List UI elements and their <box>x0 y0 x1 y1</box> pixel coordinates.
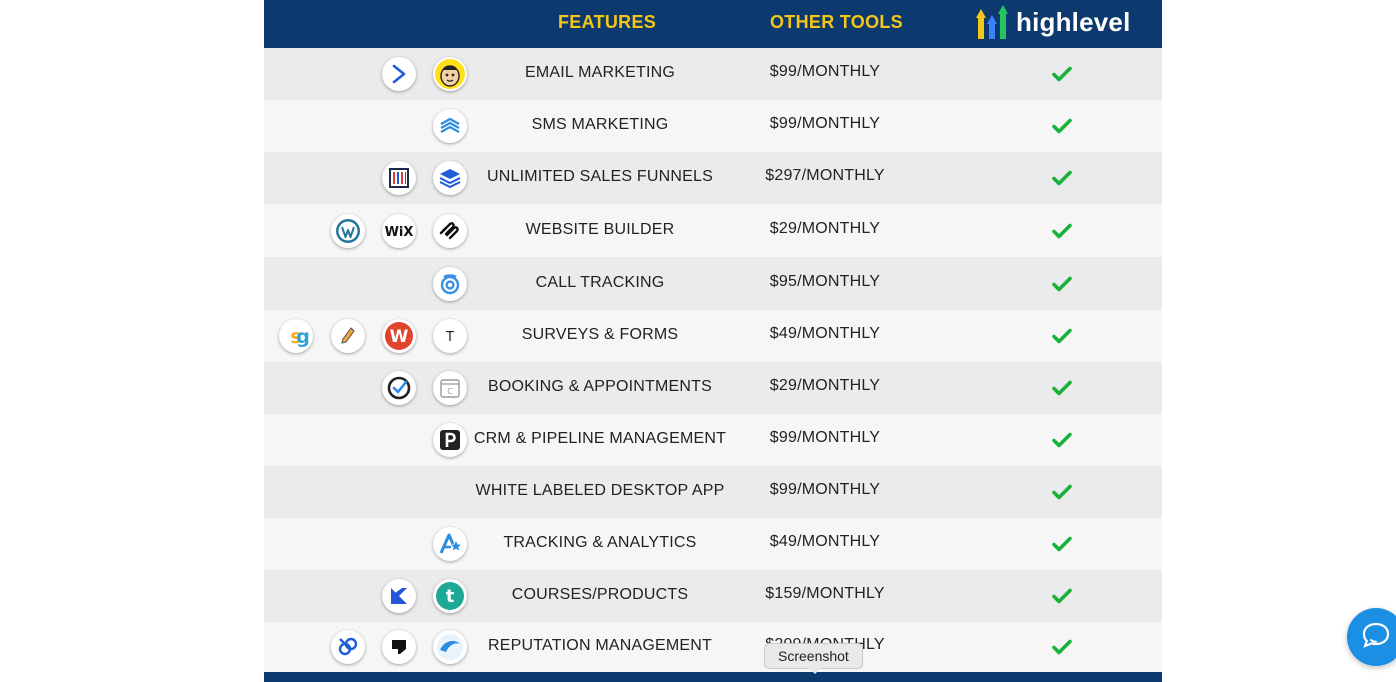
svg-text:T: T <box>445 330 454 345</box>
check-icon <box>1052 66 1072 82</box>
birdeye-icon <box>331 630 365 664</box>
kajabi-icon <box>382 579 416 613</box>
pen-icon <box>331 319 365 353</box>
highlevel-arrows-icon <box>976 5 1008 39</box>
wix-icon: WiX <box>382 213 416 248</box>
acuity-icon <box>382 371 416 405</box>
feature-name: UNLIMITED SALES FUNNELS <box>487 168 713 185</box>
check-icon <box>1052 536 1072 552</box>
surveygizmo-icon: sg <box>279 319 313 353</box>
table-row: WiX WEBSITE BUILDER $29/MONTHLY <box>264 204 1162 257</box>
check-icon <box>1052 223 1072 239</box>
other-tools-header: OTHER TOOLS <box>770 12 903 32</box>
feature-name: BOOKING & APPOINTMENTS <box>488 378 712 395</box>
chat-button[interactable] <box>1347 608 1396 666</box>
feature-name: REPUTATION MANAGEMENT <box>487 637 713 654</box>
check-icon <box>1052 328 1072 344</box>
chat-icon <box>1362 622 1390 648</box>
check-icon <box>1052 118 1072 134</box>
comparison-table: FEATURES OTHER TOOLS highlevel EMAIL MAR… <box>264 0 1162 682</box>
table-header: FEATURES OTHER TOOLS highlevel <box>264 0 1162 48</box>
feature-name: TRACKING & ANALYTICS <box>503 534 697 551</box>
table-footer <box>264 672 1162 682</box>
podium-icon <box>382 630 416 664</box>
table-row: C BOOKING & APPOINTMENTS $29/MONTHLY <box>264 362 1162 414</box>
other-tool-price: $49/MONTHLY <box>769 325 881 342</box>
feature-name: WEBSITE BUILDER <box>525 220 675 238</box>
other-tool-price: $99/MONTHLY <box>769 481 881 498</box>
screenshot-tooltip: Screenshot <box>764 643 863 674</box>
other-tool-price: $29/MONTHLY <box>769 219 881 237</box>
feature-name: COURSES/PRODUCTS <box>511 586 689 603</box>
table-row: T Ws g SURVEYS & FORMS $49/MONTHLY <box>264 310 1162 362</box>
feature-name: CALL TRACKING <box>535 273 665 291</box>
feature-name: WHITE LABELED DESKTOP APP <box>475 482 725 499</box>
other-tool-price: $29/MONTHLY <box>769 377 881 394</box>
svg-text:W: W <box>390 327 409 347</box>
svg-text:g: g <box>296 326 310 348</box>
check-icon <box>1052 588 1072 604</box>
check-icon <box>1052 639 1072 655</box>
other-tool-price: $159/MONTHLY <box>765 585 885 602</box>
table-row: TRACKING & ANALYTICS $49/MONTHLY <box>264 518 1162 570</box>
brand-name: highlevel <box>1016 6 1131 37</box>
feature-name: EMAIL MARKETING <box>525 64 675 81</box>
check-icon <box>1052 276 1072 292</box>
check-icon <box>1052 380 1072 396</box>
feature-name: SMS MARKETING <box>531 116 669 133</box>
table-row: UNLIMITED SALES FUNNELS $297/MONTHLY <box>264 152 1162 204</box>
highlevel-logo: highlevel <box>976 4 1131 40</box>
activecampaign-icon <box>382 57 416 91</box>
other-tool-price: $99/MONTHLY <box>769 115 881 132</box>
feature-name: SURVEYS & FORMS <box>521 326 679 343</box>
feature-name: CRM & PIPELINE MANAGEMENT <box>473 430 727 447</box>
table-row: SMS MARKETING $99/MONTHLY <box>264 100 1162 152</box>
table-row: REPUTATION MANAGEMENT$299/MONTHLY <box>264 622 1162 672</box>
table-row: WHITE LABELED DESKTOP APP $99/MONTHLY <box>264 466 1162 518</box>
clickfunnels-icon <box>382 161 416 195</box>
wufoo-icon: W <box>382 319 416 353</box>
features-header: FEATURES <box>558 12 657 32</box>
other-tool-price: $95/MONTHLY <box>769 272 881 290</box>
wordpress-icon <box>331 213 365 248</box>
check-icon <box>1052 432 1072 448</box>
other-tool-price: $49/MONTHLY <box>769 533 881 550</box>
svg-text:WiX: WiX <box>385 225 414 239</box>
table-row: CRM & PIPELINE MANAGEMENT $99/MONTHLY <box>264 414 1162 466</box>
table-row: EMAIL MARKETING $99/MONTHLY <box>264 48 1162 100</box>
table-row: t COURSES/PRODUCTS $159/MONTHLY <box>264 570 1162 622</box>
check-icon <box>1052 484 1072 500</box>
table-row: CALL TRACKING $95/MONTHLY <box>264 257 1162 310</box>
other-tool-price: $99/MONTHLY <box>769 429 881 446</box>
other-tool-price: $297/MONTHLY <box>765 167 885 184</box>
svg-text:C: C <box>447 387 453 396</box>
other-tool-price: $99/MONTHLY <box>769 63 881 80</box>
check-icon <box>1052 170 1072 186</box>
